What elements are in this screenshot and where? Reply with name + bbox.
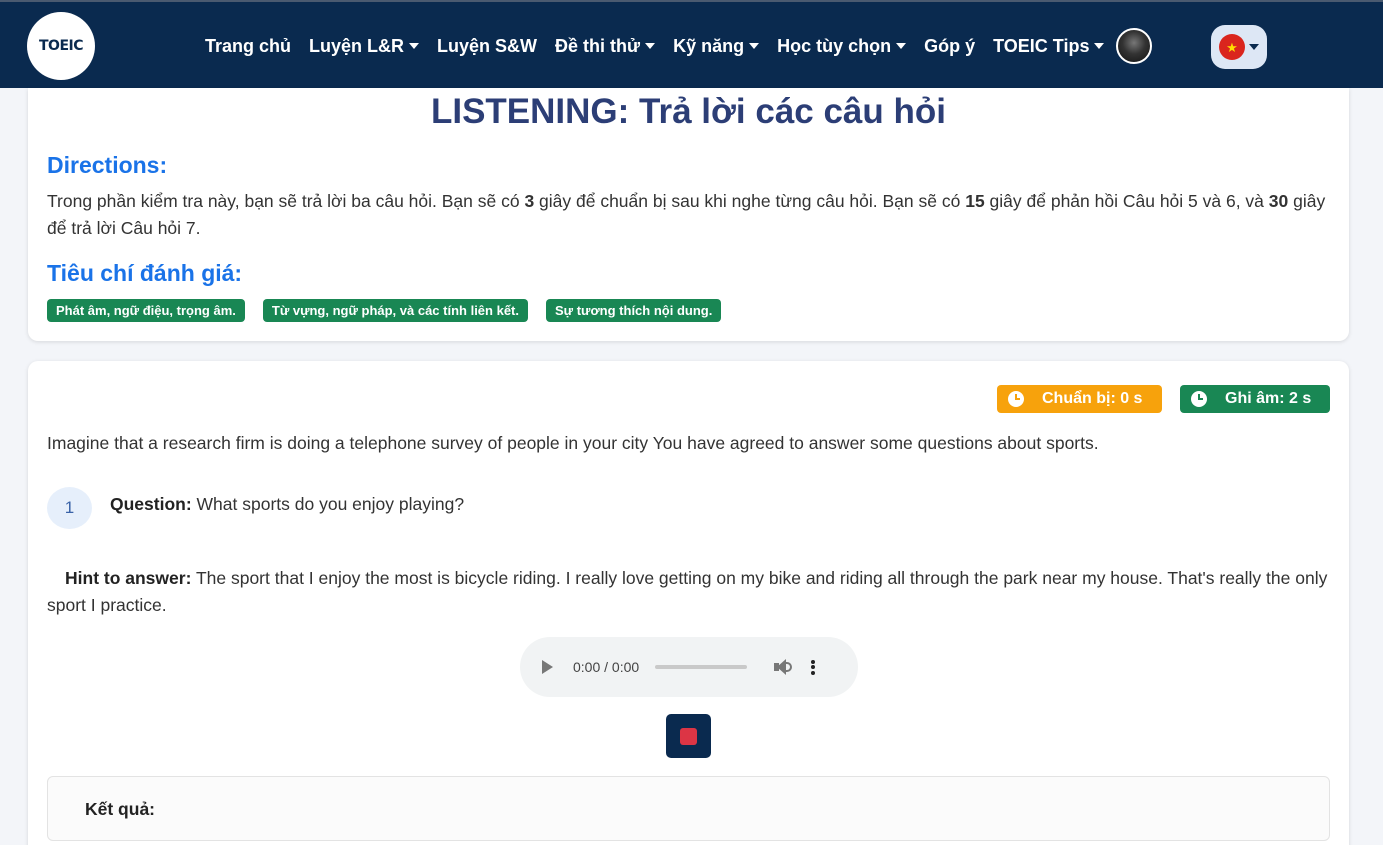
nav-item-label: Đề thi thử xyxy=(555,35,641,56)
nav-item-label: Góp ý xyxy=(924,35,976,56)
nav-item-toeic-tips[interactable]: TOEIC Tips xyxy=(993,35,1105,57)
volume-icon[interactable] xyxy=(773,657,793,677)
caret-down-icon xyxy=(409,43,420,49)
audio-seek-bar[interactable] xyxy=(655,665,748,669)
prepare-timer-label: Chuẩn bị: 0 s xyxy=(1042,390,1143,407)
criteria-heading: Tiêu chí đánh giá: xyxy=(47,260,243,286)
nav-item-practice-lr[interactable]: Luyện L&R xyxy=(309,35,420,57)
nav-item-home[interactable]: Trang chủ xyxy=(205,36,291,57)
nav-item-optional-study[interactable]: Học tùy chọn xyxy=(777,35,907,57)
language-selector[interactable]: ★ xyxy=(1211,25,1267,69)
record-timer-badge: Ghi âm: 2 s xyxy=(1180,385,1330,413)
nav-item-label: Luyện S&W xyxy=(437,35,538,56)
record-timer-label: Ghi âm: 2 s xyxy=(1225,390,1312,407)
prepare-timer-badge: Chuẩn bị: 0 s xyxy=(997,385,1162,413)
nav-item-label: Học tùy chọn xyxy=(777,35,892,56)
directions-heading: Directions: xyxy=(47,152,168,178)
clock-icon xyxy=(1008,391,1024,407)
nav-item-label: Luyện L&R xyxy=(309,35,405,56)
clock-icon xyxy=(1191,391,1207,407)
top-navbar: TOEIC Trang chủ Luyện L&R Luyện S&W Đề t… xyxy=(0,0,1383,88)
criteria-badge: Phát âm, ngữ điệu, trọng âm. xyxy=(47,299,245,322)
stop-icon xyxy=(680,727,697,745)
caret-down-icon xyxy=(645,43,656,49)
nav-item-practice-sw[interactable]: Luyện S&W xyxy=(437,36,537,57)
scenario-intro: Imagine that a research firm is doing a … xyxy=(47,433,1099,453)
page-title: LISTENING: Trả lời các câu hỏi xyxy=(430,92,946,131)
toeic-logo[interactable]: TOEIC xyxy=(27,12,95,80)
criteria-badge: Sự tương thích nội dung. xyxy=(546,299,722,322)
directions-text: Trong phần kiểm tra này, bạn sẽ trả lời … xyxy=(47,191,1326,238)
nav-menu: Trang chủ Luyện L&R Luyện S&W Đề thi thử… xyxy=(205,2,1153,90)
result-label: Kết quả: xyxy=(85,799,155,819)
nav-item-label: Kỹ năng xyxy=(673,35,745,56)
question-number: 1 xyxy=(47,487,92,529)
user-avatar[interactable] xyxy=(1116,28,1153,64)
vietnam-flag-icon: ★ xyxy=(1219,34,1245,60)
question-text: Question: What sports do you enjoy playi… xyxy=(110,494,465,514)
nav-item-feedback[interactable]: Góp ý xyxy=(924,36,975,57)
more-options-icon[interactable] xyxy=(811,659,816,675)
logo-text: TOEIC xyxy=(39,38,84,54)
flag-star: ★ xyxy=(1226,39,1238,55)
directions-card: LISTENING: Trả lời các câu hỏi Direction… xyxy=(28,88,1349,341)
stop-recording-button[interactable] xyxy=(666,714,711,758)
hint-text: Hint to answer: The sport that I enjoy t… xyxy=(47,568,1328,615)
criteria-badge: Từ vựng, ngữ pháp, và các tính liên kết. xyxy=(262,299,528,322)
nav-item-mock-tests[interactable]: Đề thi thử xyxy=(555,35,656,57)
nav-item-label: TOEIC Tips xyxy=(993,35,1090,56)
caret-down-icon xyxy=(1094,43,1105,49)
question-card: Chuẩn bị: 0 s Ghi âm: 2 s Imagine that a… xyxy=(28,361,1349,845)
result-panel: Kết quả: xyxy=(47,776,1330,841)
criteria-badges: Phát âm, ngữ điệu, trọng âm. Từ vựng, ng… xyxy=(47,299,739,322)
nav-item-label: Trang chủ xyxy=(205,35,292,56)
audio-time: 0:00 / 0:00 xyxy=(573,659,640,675)
play-icon[interactable] xyxy=(542,660,553,674)
audio-player[interactable]: 0:00 / 0:00 xyxy=(520,637,858,697)
caret-down-icon xyxy=(896,43,907,49)
nav-item-skills[interactable]: Kỹ năng xyxy=(673,35,760,57)
caret-down-icon xyxy=(1249,44,1259,50)
caret-down-icon xyxy=(749,43,760,49)
